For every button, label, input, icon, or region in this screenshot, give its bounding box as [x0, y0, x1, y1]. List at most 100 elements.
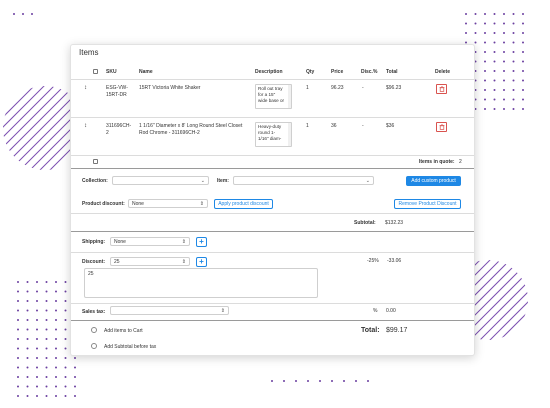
shipping-value: None	[114, 239, 126, 245]
drag-handle-icon[interactable]: ↕	[84, 85, 87, 91]
row-description-field[interactable]: Roll out tray for a 15" wide base or	[255, 84, 292, 109]
scrollbar[interactable]	[288, 85, 291, 108]
delete-row-button[interactable]	[436, 122, 447, 132]
decoration-dot	[522, 51, 524, 53]
decoration-dot	[55, 309, 57, 312]
product-discount-label: Product discount:	[82, 201, 125, 207]
add-subtotal-radio[interactable]	[91, 343, 97, 349]
decoration-dot	[74, 395, 76, 397]
row-price: 96.23	[331, 85, 344, 91]
decoration-dot	[493, 22, 496, 25]
divider	[71, 79, 474, 80]
discount-note-value: 25	[88, 271, 94, 277]
divider	[71, 320, 474, 321]
decoration-dot	[17, 300, 19, 302]
item-select[interactable]: ⌄	[233, 176, 374, 185]
decoration-dot	[331, 380, 333, 382]
decoration-dot	[503, 98, 505, 101]
decoration-dot	[295, 380, 297, 382]
decoration-dot	[512, 108, 515, 110]
decoration-dot	[522, 70, 524, 72]
product-discount-select[interactable]: None ⇕	[128, 199, 208, 208]
add-to-cart-radio[interactable]	[91, 327, 97, 333]
remove-product-discount-button[interactable]: Remove Product Discount	[394, 199, 461, 209]
add-shipping-button[interactable]: +	[196, 237, 207, 247]
divider	[71, 213, 474, 214]
row-description-field[interactable]: Heavy-duty round 1- 1/16" diam-	[255, 122, 292, 147]
decoration-dot	[26, 328, 29, 331]
decoration-dot	[64, 328, 67, 331]
add-discount-button[interactable]: +	[196, 257, 207, 267]
decoration-dot	[26, 309, 29, 312]
decoration-dot	[17, 347, 19, 350]
delete-row-button[interactable]	[436, 84, 447, 94]
select-all-footer-checkbox[interactable]	[93, 159, 98, 164]
divider	[71, 231, 474, 232]
discount-label: Discount:	[82, 259, 106, 265]
decoration-dot	[512, 22, 515, 25]
shipping-select[interactable]: None ⇕	[110, 237, 190, 246]
decoration-dot	[26, 319, 29, 321]
discount-select[interactable]: 25 ⇕	[110, 257, 190, 266]
table-row: ↕ 311696CH- 2 1 1/16" Diameter x 8' Long…	[71, 121, 474, 151]
decoration-dot	[484, 13, 486, 15]
drag-handle-icon[interactable]: ↕	[84, 123, 87, 129]
divider	[71, 252, 474, 253]
header-description: Description	[255, 69, 283, 75]
decoration-dot	[45, 328, 48, 331]
trash-icon	[439, 86, 444, 92]
scrollbar[interactable]	[288, 123, 291, 146]
decoration-dot	[26, 281, 29, 283]
decoration-dot	[36, 300, 38, 302]
chevron-updown-icon: ⇕	[181, 259, 186, 265]
sales-tax-select[interactable]: ⇕	[110, 306, 229, 315]
decoration-dot	[474, 41, 477, 44]
description-line: 1/16" diam-	[258, 136, 282, 141]
collection-select[interactable]: ⌄	[112, 176, 209, 185]
decoration-dot	[64, 338, 67, 340]
decoration-dot	[17, 366, 19, 369]
select-all-checkbox[interactable]	[93, 69, 98, 74]
decoration-dot	[503, 13, 505, 15]
decoration-dot	[512, 70, 515, 72]
decoration-dot	[64, 300, 67, 302]
add-custom-product-button[interactable]: Add custom product	[406, 176, 461, 186]
decoration-dot	[45, 300, 48, 302]
apply-product-discount-button[interactable]: Apply product discount	[214, 199, 273, 209]
decoration-dot	[36, 290, 38, 293]
row-sku-line: 311696CH-	[106, 123, 132, 129]
row-sku-line: 2	[106, 130, 109, 136]
decoration-dot	[17, 357, 19, 359]
decoration-dot	[367, 380, 369, 382]
decoration-dot	[45, 290, 48, 293]
decoration-dot	[45, 385, 48, 388]
decoration-dot	[64, 376, 67, 378]
panel-title: Items	[79, 48, 99, 57]
row-name-line: 1 1/16" Diameter x 8' Long Round Steel C…	[139, 123, 243, 129]
decoration-dot	[45, 319, 48, 321]
decoration-dot	[484, 70, 486, 72]
decoration-dot	[493, 79, 496, 82]
add-to-cart-label: Add items to Cart	[104, 328, 143, 334]
decoration-dot	[512, 51, 515, 53]
decoration-dot	[55, 290, 57, 293]
decoration-dot	[26, 338, 29, 340]
decoration-dot	[484, 51, 486, 53]
decoration-dot	[64, 385, 67, 388]
decoration-dot	[45, 366, 48, 369]
decoration-dot	[465, 32, 467, 34]
decoration-dot	[503, 22, 505, 25]
decoration-dot	[503, 51, 505, 53]
decoration-dot	[355, 380, 357, 382]
decoration-dot	[484, 98, 486, 101]
decoration-dot	[484, 89, 486, 91]
sales-tax-label: Sales tax:	[82, 309, 106, 315]
decoration-dot	[45, 347, 48, 350]
decoration-dot	[55, 319, 57, 321]
decoration-dot	[484, 41, 486, 44]
discount-note-textarea[interactable]: 25	[84, 268, 318, 298]
total-value: $99.17	[386, 327, 408, 334]
decoration-dot	[493, 13, 496, 15]
decoration-dot	[503, 70, 505, 72]
decoration-dot	[55, 281, 57, 283]
